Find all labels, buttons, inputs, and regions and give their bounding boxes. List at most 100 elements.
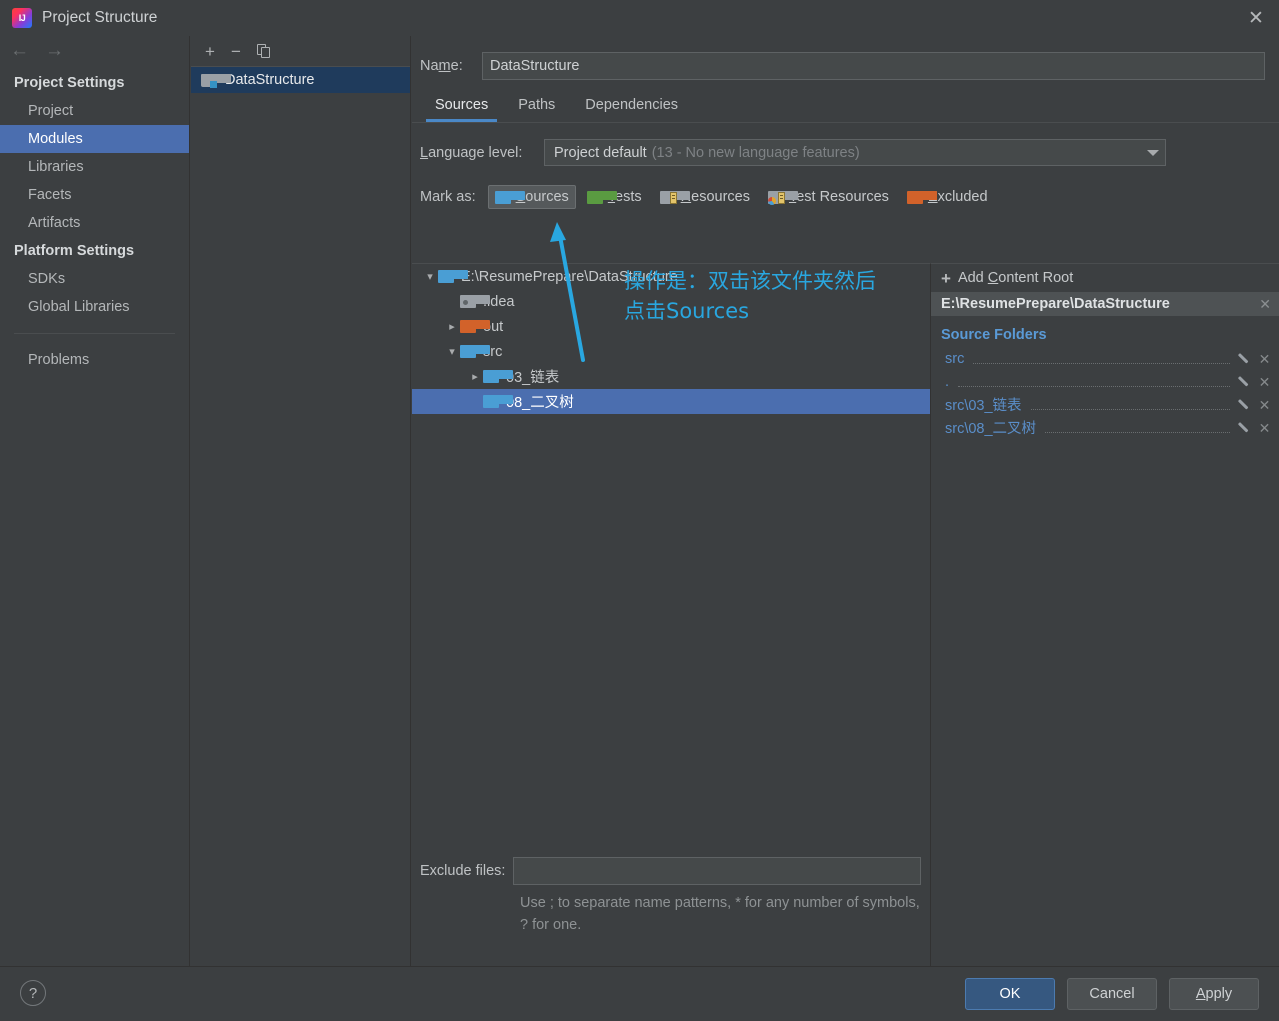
sources-split: ▾ E:\ResumePrepare\DataStructure ▸ .idea… [412, 263, 1279, 966]
folder-orange-icon [460, 320, 490, 333]
name-row: Name: [412, 36, 1279, 80]
tree-row-label: E:\ResumePrepare\DataStructure [461, 268, 678, 285]
mark-sources-label: ources [525, 189, 569, 205]
content-root-tree: ▾ E:\ResumePrepare\DataStructure ▸ .idea… [412, 263, 931, 966]
tab-paths[interactable]: Paths [503, 97, 570, 122]
exclude-files-input[interactable] [513, 857, 921, 885]
add-content-root-post: ontent Root [998, 270, 1074, 286]
sidebar-item-project[interactable]: Project [0, 97, 189, 125]
name-label: Name: [420, 58, 482, 74]
tab-dependencies[interactable]: Dependencies [570, 97, 693, 122]
remove-module-icon[interactable]: − [231, 43, 241, 60]
language-level-value: Project default [554, 144, 647, 161]
mark-as-toolbar: Mark as: Sources Tests Resources Test Re… [412, 166, 1279, 209]
folder-blue-icon [483, 370, 513, 383]
content-root-header: E:\ResumePrepare\DataStructure ✕ [931, 292, 1279, 316]
name-label-post: e: [450, 58, 463, 74]
mark-resources-label: esources [691, 189, 750, 205]
delete-x-icon[interactable]: ✕ [1258, 352, 1271, 366]
sidebar-item-artifacts[interactable]: Artifacts [0, 209, 189, 237]
mark-as-resources-button[interactable]: Resources [653, 185, 757, 209]
mark-excluded-label: xcluded [937, 189, 988, 205]
mark-as-sources-button[interactable]: Sources [487, 185, 576, 209]
module-list: DataStructure [191, 66, 410, 93]
mark-as-tests-button[interactable]: Tests [580, 185, 649, 209]
sidebar-item-global-libraries[interactable]: Global Libraries [0, 293, 189, 321]
settings-sidebar: ← → Project Settings Project Modules Lib… [0, 36, 190, 966]
folder-tests-icon [586, 190, 617, 204]
forward-arrow-icon[interactable]: → [45, 41, 64, 60]
window-title-bar: Project Structure ✕ [0, 0, 1279, 36]
tree-row-03-linked-list[interactable]: ▸ 03_链表 [412, 364, 930, 389]
copy-module-icon[interactable] [256, 43, 271, 59]
module-row-datastructure[interactable]: DataStructure [191, 67, 410, 93]
sidebar-item-sdks[interactable]: SDKs [0, 265, 189, 293]
mark-as-test-resources-button[interactable]: Test Resources [761, 185, 896, 209]
source-folders-title: Source Folders [941, 327, 1047, 343]
name-label-mnemonic: m [438, 58, 451, 74]
delete-x-icon[interactable]: ✕ [1258, 421, 1271, 435]
apply-button[interactable]: Apply [1169, 978, 1259, 1010]
sidebar-item-problems[interactable]: Problems [0, 346, 189, 374]
tree-row-src[interactable]: ▾ src [412, 339, 930, 364]
chevron-down-icon[interactable] [1147, 149, 1159, 156]
module-name-input[interactable] [482, 52, 1265, 80]
help-button[interactable]: ? [20, 980, 46, 1006]
source-folder-path: src\08_二叉树 [945, 421, 1037, 437]
edit-pencil-icon[interactable] [1239, 421, 1252, 434]
language-level-combo[interactable]: Project default (13 - No new language fe… [544, 139, 1166, 166]
sidebar-item-modules[interactable]: Modules [0, 125, 189, 153]
folder-blue-icon [483, 395, 513, 408]
tab-sources[interactable]: Sources [420, 97, 503, 122]
cancel-button[interactable]: Cancel [1067, 978, 1157, 1010]
back-arrow-icon[interactable]: ← [10, 41, 29, 60]
sidebar-item-facets[interactable]: Facets [0, 181, 189, 209]
delete-x-icon[interactable]: ✕ [1258, 398, 1271, 412]
language-level-row: Language level: Project default (13 - No… [412, 123, 1279, 166]
chevron-right-icon[interactable]: ▸ [444, 319, 460, 335]
exclude-files-hint: Use ; to separate name patterns, * for a… [520, 895, 920, 933]
edit-pencil-icon[interactable] [1239, 375, 1252, 388]
tree-row-out[interactable]: ▸ out [412, 314, 930, 339]
chevron-right-icon[interactable]: ▸ [467, 369, 483, 385]
chevron-down-icon[interactable]: ▾ [422, 269, 438, 285]
tree-row-label: 08_二叉树 [506, 395, 574, 411]
edit-pencil-icon[interactable] [1239, 352, 1252, 365]
dialog-buttons: OK Cancel Apply [965, 978, 1259, 1010]
source-folder-row[interactable]: src\03_链表 ✕ [931, 393, 1279, 416]
folder-blue-icon [460, 345, 490, 358]
tree-row-content-root[interactable]: ▾ E:\ResumePrepare\DataStructure [412, 264, 930, 289]
module-row-label: DataStructure [225, 72, 315, 88]
sidebar-nav: ← → [0, 36, 189, 64]
source-folder-row[interactable]: src\08_二叉树 ✕ [931, 416, 1279, 439]
language-level-label-rest: anguage level: [428, 144, 523, 161]
source-folder-row[interactable]: . ✕ [931, 370, 1279, 393]
content-root-details: + Add Content Root E:\ResumePrepare\Data… [931, 263, 1279, 966]
mark-as-excluded-button[interactable]: Excluded [900, 185, 995, 209]
leader-dots [973, 354, 1230, 364]
source-folder-path: src [945, 350, 965, 367]
folder-blue-icon [438, 270, 468, 283]
tree-row-08-binary-tree[interactable]: ▸ 08_二叉树 [412, 389, 930, 414]
source-folder-row[interactable]: src ✕ [931, 347, 1279, 370]
tree-row-idea[interactable]: ▸ .idea [412, 289, 930, 314]
add-content-root-mnemonic: C [987, 270, 999, 286]
window-title: Project Structure [42, 9, 158, 26]
chevron-down-icon[interactable]: ▾ [444, 344, 460, 360]
source-folder-path: src\03_链表 [945, 398, 1022, 414]
folder-resources-icon [659, 190, 690, 204]
mark-tests-label: ests [615, 189, 642, 205]
delete-x-icon[interactable]: ✕ [1258, 375, 1271, 389]
remove-content-root-icon[interactable]: ✕ [1259, 296, 1271, 313]
close-icon[interactable]: ✕ [1233, 0, 1279, 36]
source-folder-path: . [945, 373, 950, 390]
language-level-label: Language level: [420, 145, 544, 161]
add-content-root-button[interactable]: + Add Content Root [931, 264, 1279, 292]
ok-button[interactable]: OK [965, 978, 1055, 1010]
edit-pencil-icon[interactable] [1239, 398, 1252, 411]
module-icon [201, 73, 231, 88]
sidebar-item-libraries[interactable]: Libraries [0, 153, 189, 181]
add-module-icon[interactable]: + [205, 43, 215, 60]
sidebar-divider [14, 333, 175, 334]
leader-dots [958, 377, 1230, 387]
